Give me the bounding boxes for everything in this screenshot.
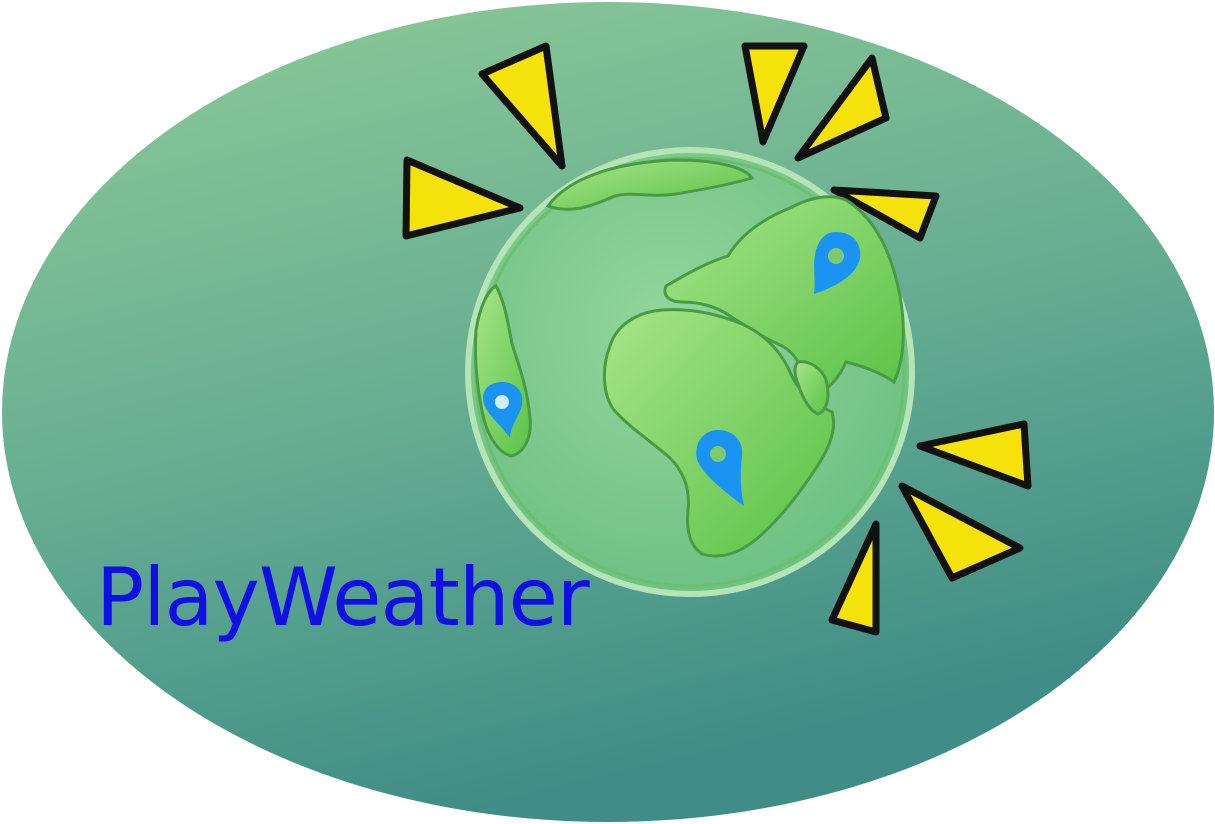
globe-icon: [465, 147, 915, 597]
logo-canvas: PlayWeather: [0, 0, 1215, 824]
app-name-wordmark: PlayWeather: [96, 551, 590, 644]
playweather-logo: [2, 2, 1214, 822]
